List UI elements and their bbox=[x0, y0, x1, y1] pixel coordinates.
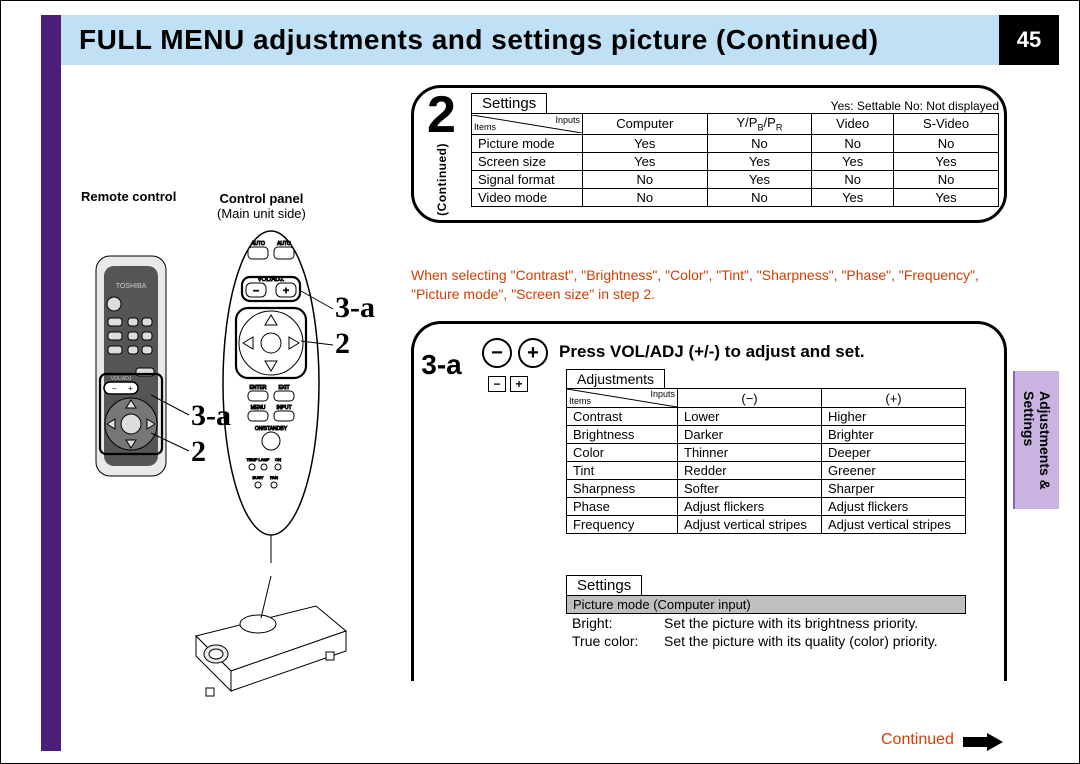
pm-bright-val: Set the picture with its brightness prio… bbox=[664, 615, 918, 631]
continued-arrow-icon bbox=[963, 733, 1003, 751]
picture-mode-header: Picture mode (Computer input) bbox=[566, 595, 966, 614]
settings-tab-title: Settings bbox=[471, 93, 547, 113]
col-plus: (+) bbox=[822, 389, 966, 408]
vol-adj-icons: − + − + bbox=[482, 338, 548, 392]
diag-inputs-2: Inputs bbox=[650, 390, 675, 399]
step-2-number: 2 bbox=[427, 92, 456, 139]
adjustments-table: Items Inputs (−) (+) ContrastLowerHigher… bbox=[566, 388, 966, 534]
minus-button-icon: − bbox=[482, 338, 512, 368]
table-row: Screen sizeYesYesYesYes bbox=[472, 152, 999, 170]
step-3a-label: 3-a bbox=[421, 349, 461, 381]
table-row: TintRedderGreener bbox=[567, 462, 966, 480]
adjustments-tab-title: Adjustments bbox=[566, 369, 665, 388]
picture-mode-row: Bright: Set the picture with its brightn… bbox=[566, 614, 966, 632]
selection-note: When selecting "Contrast", "Brightness",… bbox=[411, 266, 991, 304]
picture-mode-settings-block: Settings Picture mode (Computer input) B… bbox=[566, 575, 966, 650]
table-row: ContrastLowerHigher bbox=[567, 408, 966, 426]
col-computer: Computer bbox=[583, 114, 708, 135]
col-svideo: S-Video bbox=[894, 114, 999, 135]
projector-illustration bbox=[176, 576, 356, 706]
col-ypbpr: Y/PB/PR bbox=[707, 114, 812, 135]
continued-footer: Continued bbox=[881, 731, 954, 749]
table-row: Video modeNoNoYesYes bbox=[472, 188, 999, 206]
table-row: BrightnessDarkerBrighter bbox=[567, 426, 966, 444]
settings-legend-note: Yes: Settable No: Not displayed bbox=[831, 99, 999, 113]
table-row: Signal formatNoYesNoNo bbox=[472, 170, 999, 188]
table-row: SharpnessSofterSharper bbox=[567, 480, 966, 498]
diag-items: Items bbox=[474, 123, 496, 132]
callout-leader-lines bbox=[1, 1, 411, 521]
settings-tab-2: Settings bbox=[566, 575, 642, 595]
adjustments-table-block: Adjustments Items Inputs (−) (+) Contras… bbox=[566, 369, 966, 534]
table-row: PhaseAdjust flickersAdjust flickers bbox=[567, 498, 966, 516]
page-number: 45 bbox=[1017, 27, 1041, 53]
step-3a-instruction: Press VOL/ADJ (+/-) to adjust and set. bbox=[559, 342, 865, 362]
settings-table: Items Inputs Computer Y/PB/PR Video S-Vi… bbox=[471, 113, 999, 207]
table-row: Picture modeYesNoNoNo bbox=[472, 134, 999, 152]
table-row: FrequencyAdjust vertical stripesAdjust v… bbox=[567, 516, 966, 534]
plus-small-icon: + bbox=[510, 376, 528, 392]
minus-small-icon: − bbox=[488, 376, 506, 392]
settings-table-block: Settings Yes: Settable No: Not displayed… bbox=[471, 93, 999, 207]
pm-truecolor-key: True color: bbox=[572, 633, 664, 649]
table-row: ColorThinnerDeeper bbox=[567, 444, 966, 462]
pm-bright-key: Bright: bbox=[572, 615, 664, 631]
picture-mode-row: True color: Set the picture with its qua… bbox=[566, 632, 966, 650]
diag-items-2: Items bbox=[569, 397, 591, 406]
thumb-tab-label: Adjustments & Settings bbox=[1021, 391, 1053, 490]
col-minus: (−) bbox=[678, 389, 822, 408]
diag-inputs: Inputs bbox=[555, 116, 580, 125]
step-2-continued-label: (Continued) bbox=[435, 143, 449, 216]
pm-truecolor-val: Set the picture with its quality (color)… bbox=[664, 633, 938, 649]
page-number-box: 45 bbox=[999, 15, 1059, 65]
plus-button-icon: + bbox=[518, 338, 548, 368]
section-thumb-tab: Adjustments & Settings bbox=[1013, 371, 1059, 509]
col-video: Video bbox=[812, 114, 894, 135]
